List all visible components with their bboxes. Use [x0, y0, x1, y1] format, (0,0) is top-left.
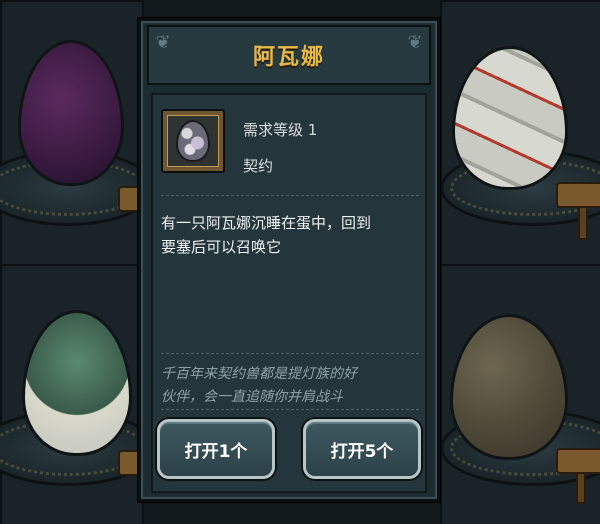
dialog-body: 需求等级 1 契约 有一只阿瓦娜沉睡在蛋中，回到 要塞后可以召唤它 千百年来契约…	[151, 93, 427, 493]
flavor-line: 伙伴，会一直追随你并肩战斗	[161, 389, 343, 405]
egg-icon	[176, 120, 210, 162]
item-slot	[161, 109, 225, 173]
description-line: 有一只阿瓦娜沉睡在蛋中，回到	[161, 214, 372, 232]
level-requirement: 需求等级 1	[243, 121, 318, 139]
divider	[161, 353, 419, 354]
signpost-icon	[556, 182, 600, 208]
dialog-header: ❦ 阿瓦娜 ❦	[147, 25, 431, 85]
divider	[161, 409, 419, 410]
signpost-icon	[556, 448, 600, 474]
description-line: 要塞后可以召唤它	[161, 238, 282, 256]
item-flavor-text: 千百年来契约兽都是提灯族的好 伙伴，会一直追随你并肩战斗	[161, 363, 423, 409]
flavor-line: 千百年来契约兽都是提灯族的好	[161, 366, 357, 382]
ornament-right-icon: ❦	[407, 32, 423, 53]
item-type: 契约	[243, 157, 274, 175]
open-five-button[interactable]: 打开5个	[303, 419, 421, 479]
item-frame	[167, 115, 219, 167]
dialog-title: 阿瓦娜	[252, 45, 325, 70]
open-one-button[interactable]: 打开1个	[157, 419, 275, 479]
egg-info-dialog: ❦ 阿瓦娜 ❦ 需求等级 1 契约 有一只阿瓦娜沉睡在蛋中，回到 要塞后可以召唤…	[138, 18, 440, 502]
item-description: 有一只阿瓦娜沉睡在蛋中，回到 要塞后可以召唤它	[161, 211, 423, 259]
ornament-left-icon: ❦	[155, 32, 171, 53]
divider	[161, 195, 419, 196]
